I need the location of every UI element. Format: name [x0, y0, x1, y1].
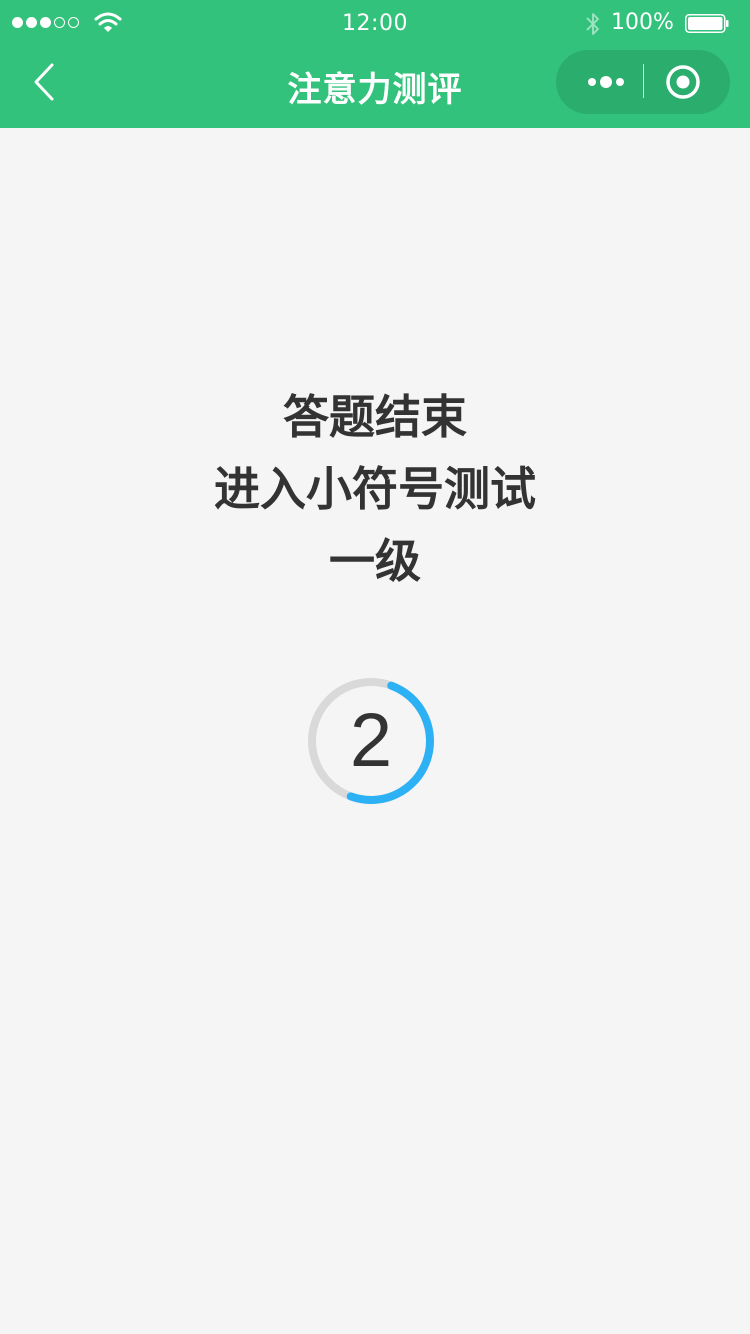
more-dots-icon[interactable]: [580, 67, 640, 97]
message-line-1: 答题结束: [283, 390, 467, 444]
target-circle-icon[interactable]: [664, 63, 702, 101]
mini-program-capsule: [556, 50, 730, 114]
battery-percent: 100%: [611, 10, 674, 35]
navigation-bar: 注意力测评: [0, 48, 750, 128]
battery-icon: [685, 14, 729, 33]
result-message: 答题结束 进入小符号测试 一级: [0, 381, 750, 597]
message-line-3: 一级: [329, 534, 421, 588]
capsule-divider: [643, 64, 644, 98]
countdown-number: 2: [349, 698, 393, 783]
countdown-timer: 2: [305, 675, 437, 807]
message-line-2: 进入小符号测试: [214, 462, 536, 516]
bluetooth-icon: [586, 13, 599, 35]
status-bar: 12:00 100%: [0, 0, 750, 48]
